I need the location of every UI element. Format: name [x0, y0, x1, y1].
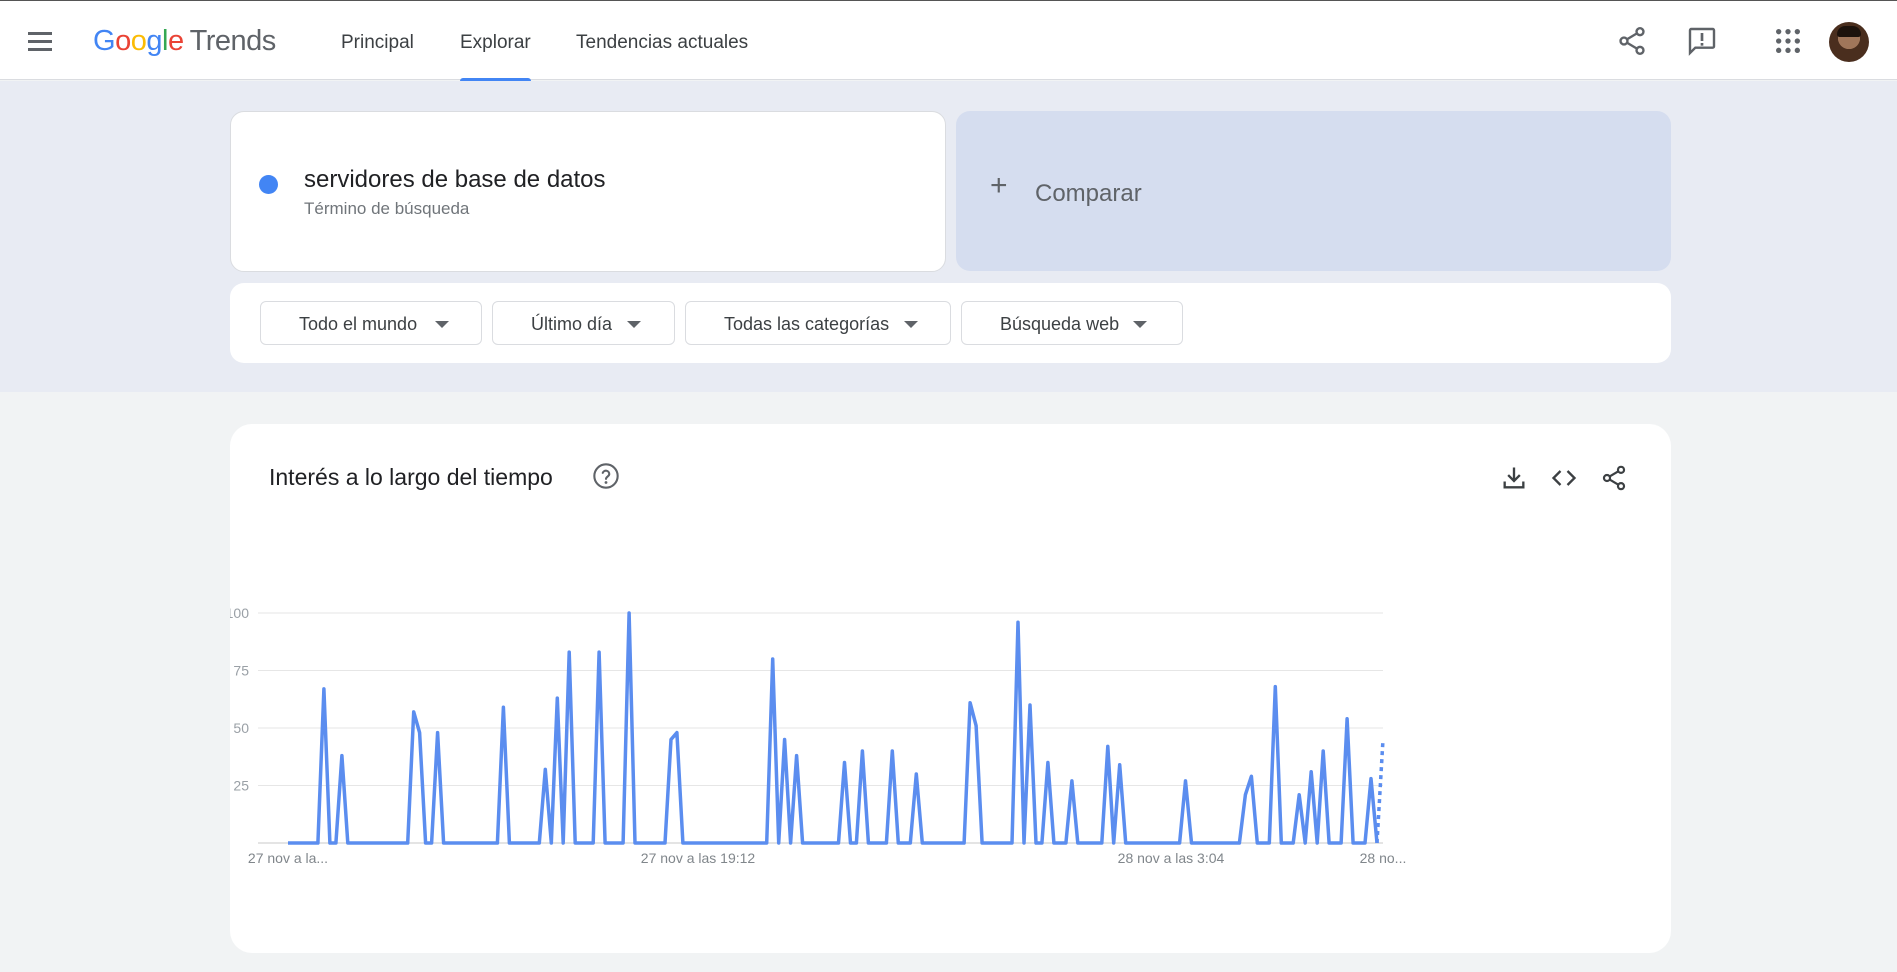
time-label: Último día — [531, 314, 613, 334]
plus-icon: + — [990, 169, 1008, 202]
search-term-card[interactable]: servidores de base de datos Término de b… — [230, 111, 946, 272]
x-tick-label: 27 nov a la... — [248, 850, 328, 866]
x-tick-label: 27 nov a las 19:12 — [641, 850, 756, 866]
filters-bar: Todo el mundo Último día Todas las categ… — [230, 283, 1671, 363]
interest-line-chart: 25 50 75 100 27 nov a la... 27 nov a las 19:1… — [230, 605, 1407, 866]
search-type-label: Búsqueda web — [1000, 314, 1120, 334]
search-term-type: Término de búsqueda — [304, 199, 470, 218]
logo-google: Google — [93, 25, 184, 57]
compare-label: Comparar — [1035, 180, 1142, 207]
caret-down-icon — [435, 321, 449, 328]
share-icon[interactable] — [1616, 25, 1648, 57]
y-tick-label: 25 — [233, 778, 249, 794]
region-dropdown[interactable]: Todo el mundo — [260, 301, 482, 345]
tab-principal[interactable]: Principal — [341, 32, 414, 54]
google-trends-logo[interactable]: Google Trends — [93, 25, 276, 58]
y-tick-label: 75 — [233, 663, 249, 679]
term-color-dot — [259, 175, 278, 194]
menu-icon[interactable] — [28, 29, 62, 55]
apps-icon[interactable] — [1772, 25, 1804, 57]
category-dropdown[interactable]: Todas las categorías — [685, 301, 951, 345]
search-term[interactable]: servidores de base de datos — [304, 166, 606, 194]
category-label: Todas las categorías — [724, 314, 890, 334]
feedback-icon[interactable] — [1686, 25, 1718, 57]
time-dropdown[interactable]: Último día — [492, 301, 675, 345]
x-tick-label: 28 no... — [1360, 850, 1407, 866]
logo-trends: Trends — [189, 25, 277, 57]
x-tick-label: 28 nov a las 3:04 — [1118, 850, 1225, 866]
tab-tendencias-actuales[interactable]: Tendencias actuales — [576, 32, 748, 54]
top-app-bar: Google Trends Principal Explorar Tendenci… — [0, 0, 1897, 82]
search-type-dropdown[interactable]: Búsqueda web — [961, 301, 1183, 345]
avatar[interactable] — [1829, 22, 1869, 62]
interest-over-time-card: Interés a lo largo del tiempo 2550751002… — [230, 424, 1671, 953]
y-tick-label: 100 — [230, 605, 249, 621]
caret-down-icon — [1133, 321, 1147, 328]
y-tick-label: 50 — [233, 720, 249, 736]
caret-down-icon — [904, 321, 918, 328]
tab-explorar[interactable]: Explorar — [460, 32, 531, 82]
series-line-partial — [1375, 739, 1385, 844]
caret-down-icon — [627, 321, 641, 328]
region-label: Todo el mundo — [299, 314, 418, 334]
compare-button[interactable]: + Comparar — [956, 111, 1671, 271]
